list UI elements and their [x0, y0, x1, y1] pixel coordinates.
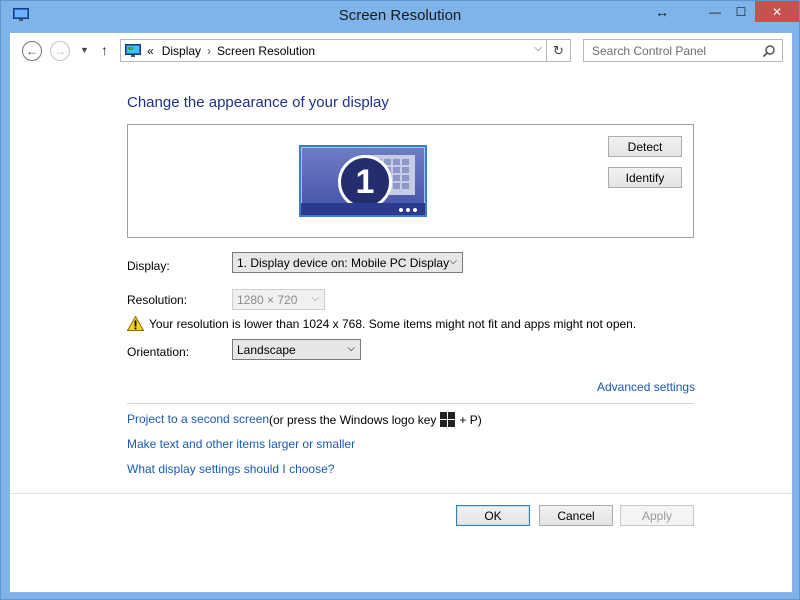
breadcrumb-screen-resolution[interactable]: Screen Resolution	[217, 44, 315, 58]
arrow-up-icon: ↑	[101, 42, 108, 58]
chevron-down-icon: ⌵	[449, 256, 457, 267]
cancel-button[interactable]: Cancel	[539, 505, 613, 526]
chevron-down-icon: ⌵	[347, 343, 355, 354]
resolution-select-value: 1280 × 720	[237, 292, 298, 307]
up-button[interactable]: ↑	[101, 42, 108, 58]
client-area: ← → ▼ ↑ « Display › Screen Resolution ⌵ …	[9, 32, 793, 593]
detect-button[interactable]: Detect	[608, 136, 682, 157]
back-button[interactable]: ←	[22, 41, 42, 61]
monitor-taskbar	[301, 203, 425, 215]
orientation-label: Orientation:	[127, 345, 190, 359]
text-size-link[interactable]: Make text and other items larger or smal…	[127, 437, 355, 451]
refresh-button[interactable]: ↻	[547, 39, 571, 62]
recent-pages-dropdown[interactable]: ▼	[80, 45, 89, 55]
address-toolbar: ← → ▼ ↑ « Display › Screen Resolution ⌵ …	[10, 33, 792, 71]
move-icon[interactable]: ↔	[651, 1, 673, 23]
identify-button[interactable]: Identify	[608, 167, 682, 188]
divider	[127, 403, 694, 404]
page-title: Change the appearance of your display	[127, 94, 389, 111]
windows-logo-icon	[440, 412, 456, 427]
resolution-select: 1280 × 720 ⌵	[232, 289, 325, 310]
orientation-select-value: Landscape	[237, 342, 296, 357]
display-select[interactable]: 1. Display device on: Mobile PC Display …	[232, 252, 463, 273]
control-panel-icon	[125, 43, 141, 57]
advanced-settings-link[interactable]: Advanced settings	[597, 380, 695, 394]
footer-divider	[10, 493, 792, 494]
address-box[interactable]: « Display › Screen Resolution ⌵	[120, 39, 547, 62]
warning-text: Your resolution is lower than 1024 x 768…	[149, 316, 637, 331]
breadcrumb-display[interactable]: Display	[162, 44, 201, 58]
arrow-right-icon: →	[54, 44, 66, 58]
project-hint-after: + P)	[459, 412, 482, 427]
display-label: Display:	[127, 259, 170, 273]
display-select-value: 1. Display device on: Mobile PC Display	[237, 255, 450, 270]
project-second-screen-link[interactable]: Project to a second screen	[127, 412, 269, 426]
breadcrumb-prefix[interactable]: «	[147, 44, 154, 58]
close-button[interactable]: ✕	[755, 1, 799, 22]
monitor-number: 1	[338, 155, 392, 209]
project-hint-before: (or press the Windows logo key	[269, 412, 437, 427]
orientation-select[interactable]: Landscape ⌵	[232, 339, 361, 360]
search-icon[interactable]	[762, 44, 776, 58]
window: Screen Resolution ↔ — ☐ ✕ ← → ▼ ↑ « Disp…	[0, 0, 800, 600]
chevron-down-icon[interactable]: ⌵	[534, 43, 542, 54]
arrow-left-icon: ←	[26, 44, 38, 58]
breadcrumb-separator[interactable]: ›	[207, 44, 211, 58]
search-input[interactable]: Search Control Panel	[583, 39, 783, 62]
monitor-1[interactable]: 1	[299, 145, 427, 217]
project-hint: (or press the Windows logo key + P)	[269, 412, 482, 427]
title-bar[interactable]: Screen Resolution ↔ — ☐ ✕	[1, 1, 799, 32]
warning-icon	[127, 316, 144, 331]
minimize-button[interactable]: —	[702, 1, 728, 23]
window-title: Screen Resolution	[338, 7, 462, 24]
resolution-label: Resolution:	[127, 293, 188, 307]
resolution-warning: Your resolution is lower than 1024 x 768…	[127, 316, 636, 331]
forward-button[interactable]: →	[50, 41, 70, 61]
display-settings-help-link[interactable]: What display settings should I choose?	[127, 462, 334, 476]
display-arrangement-panel: 1 Detect Identify	[127, 124, 694, 238]
search-placeholder: Search Control Panel	[592, 43, 707, 58]
maximize-button[interactable]: ☐	[728, 1, 754, 23]
chevron-down-icon: ⌵	[311, 293, 319, 304]
apply-button: Apply	[620, 505, 694, 526]
refresh-icon: ↻	[553, 42, 564, 58]
ok-button[interactable]: OK	[456, 505, 530, 526]
